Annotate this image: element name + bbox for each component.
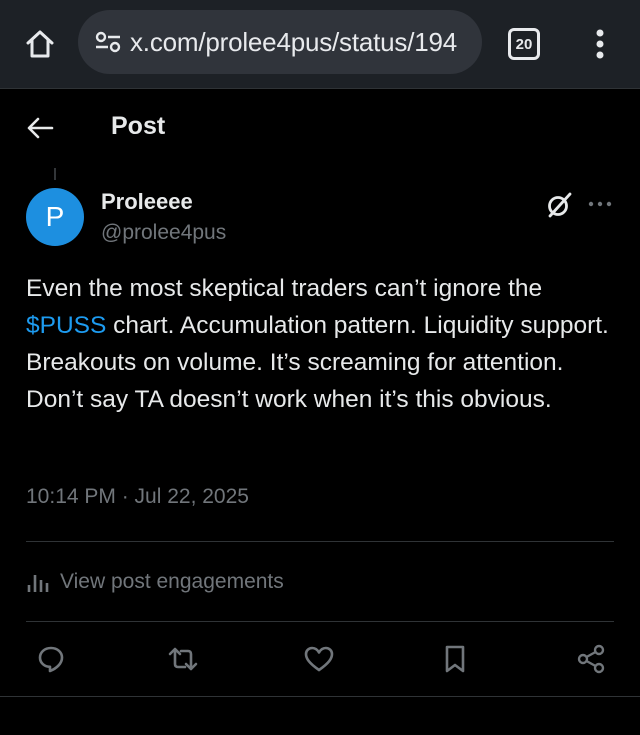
view-engagements-label[interactable]: View post engagements [60, 570, 284, 594]
author-name[interactable]: Proleeee [101, 189, 193, 215]
home-button[interactable] [20, 24, 60, 64]
post-text: Even the most skeptical traders can’t ig… [26, 270, 616, 418]
post-header: Post [0, 100, 640, 156]
cashtag-link[interactable]: $PUSS [26, 312, 106, 339]
divider [26, 541, 614, 542]
share-button[interactable] [574, 642, 608, 676]
reply-icon [38, 646, 64, 673]
grok-button[interactable] [544, 190, 574, 220]
bookmark-icon [445, 645, 465, 673]
reply-button[interactable] [34, 642, 68, 676]
share-icon [577, 644, 605, 674]
repost-button[interactable] [166, 642, 200, 676]
kebab-menu-icon [596, 29, 604, 59]
browser-menu-button[interactable] [584, 24, 616, 64]
arrow-left-icon [27, 117, 54, 139]
post-text-part: chart. Accumulation pattern. Liquidity s… [26, 312, 609, 413]
site-info-button[interactable] [88, 22, 128, 62]
view-engagements-link[interactable]: View post engagements [26, 565, 284, 599]
address-bar[interactable]: x.com/prolee4pus/status/194 [78, 10, 482, 74]
more-horizontal-icon [588, 201, 612, 207]
author-handle[interactable]: @prolee4pus [101, 221, 226, 245]
page-title: Post [111, 112, 166, 140]
avatar[interactable]: P [26, 188, 84, 246]
more-options-button[interactable] [586, 190, 614, 218]
home-icon [26, 30, 54, 58]
bookmark-button[interactable] [438, 642, 472, 676]
post-text-part: Even the most skeptical traders can’t ig… [26, 275, 543, 302]
grok-icon [548, 192, 572, 218]
repost-icon [168, 647, 198, 671]
url-text[interactable]: x.com/prolee4pus/status/194 [130, 27, 457, 58]
back-button[interactable] [22, 110, 58, 146]
post-timestamp[interactable]: 10:14 PM · Jul 22, 2025 [26, 485, 249, 509]
like-button[interactable] [302, 642, 336, 676]
heart-icon [304, 646, 334, 672]
divider [0, 696, 640, 697]
thread-connector [54, 168, 56, 180]
bar-chart-icon [26, 570, 52, 594]
tune-icon [95, 31, 121, 53]
tab-switcher-button[interactable]: 20 [508, 28, 540, 60]
browser-toolbar: x.com/prolee4pus/status/194 20 [0, 0, 640, 89]
divider [26, 621, 614, 622]
